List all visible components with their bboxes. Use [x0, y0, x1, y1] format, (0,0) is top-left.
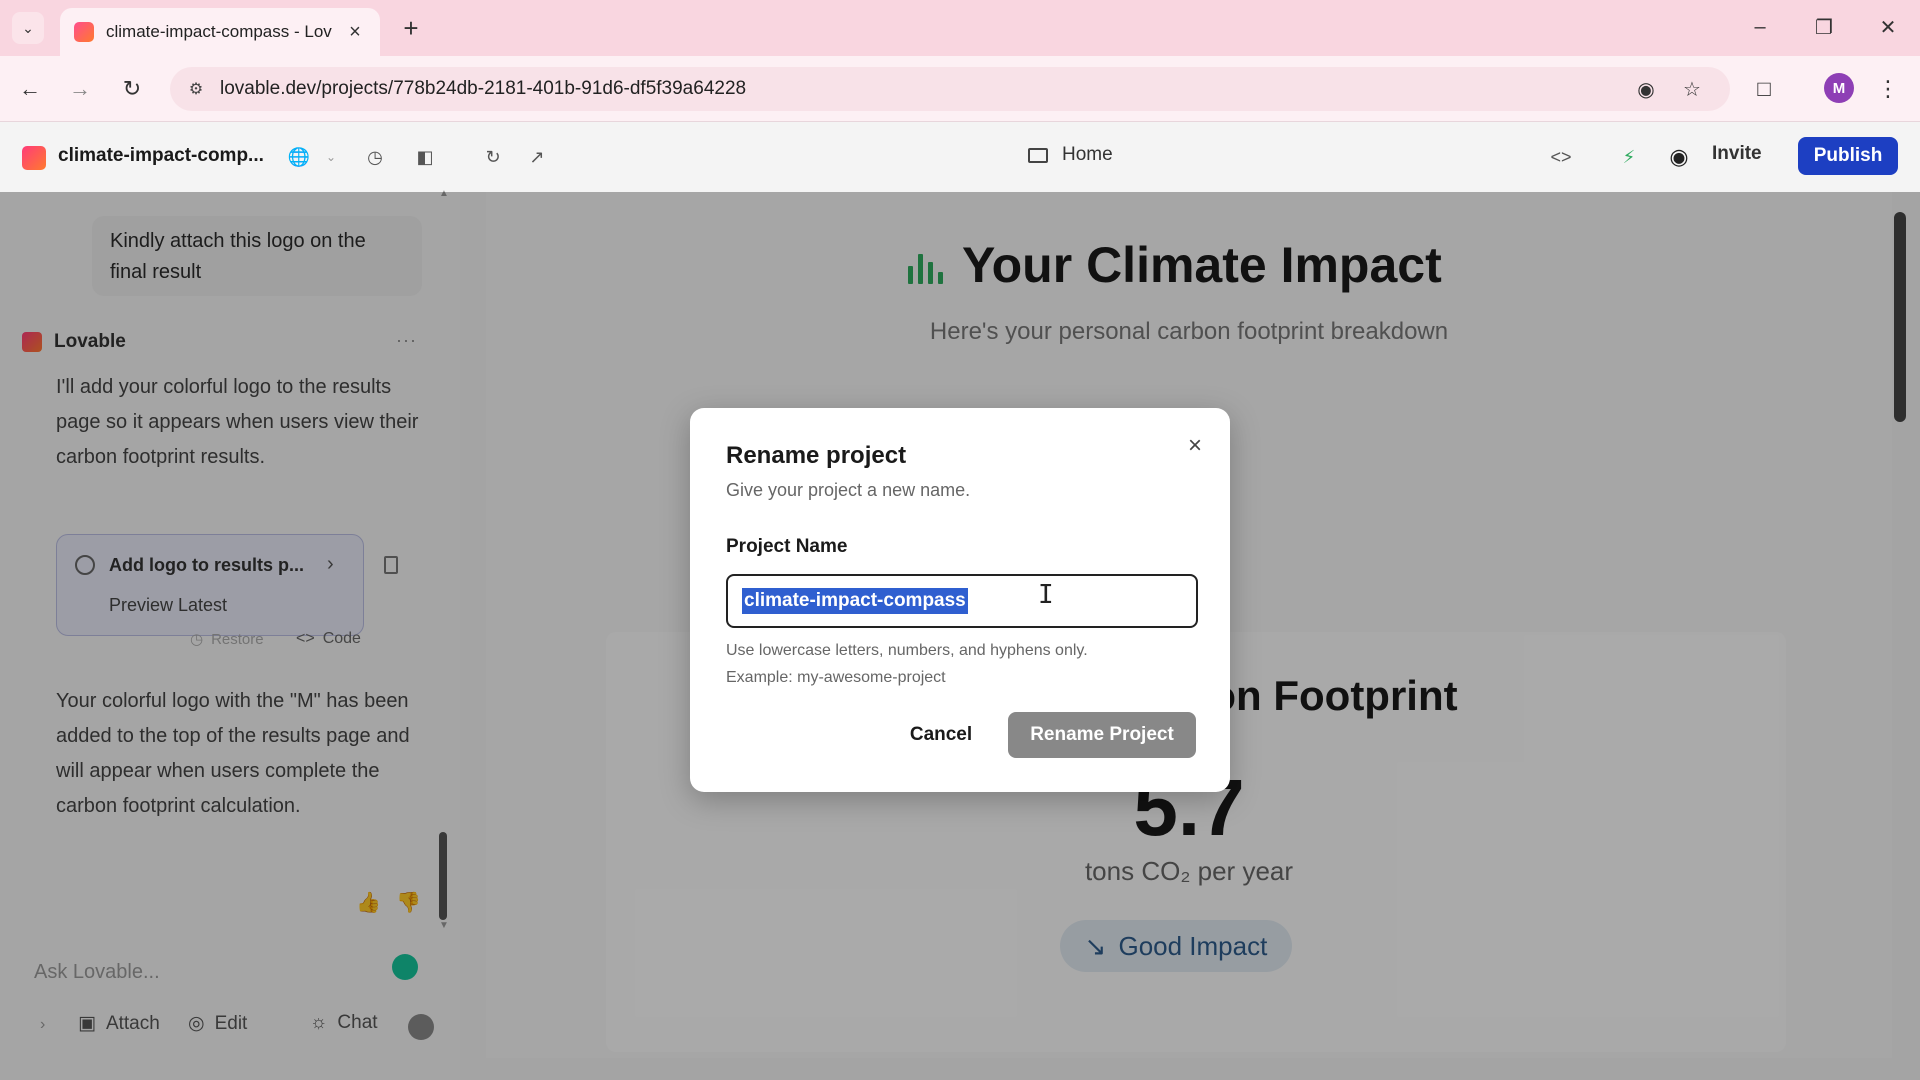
code-icon[interactable]: <>	[1548, 144, 1574, 170]
dialog-description: Give your project a new name.	[726, 480, 971, 500]
sidebar-toggle-icon[interactable]: ◧	[412, 144, 438, 170]
route-selector[interactable]: Home	[1028, 144, 1113, 166]
browser-tab-active[interactable]: climate-impact-compass - Lova ×	[60, 8, 380, 56]
close-window-icon[interactable]: ✕	[1868, 12, 1908, 42]
back-icon[interactable]: ←	[14, 73, 46, 105]
star-icon[interactable]: ☆	[1680, 77, 1704, 101]
close-icon[interactable]: ×	[1182, 432, 1208, 460]
profile-avatar[interactable]: M	[1824, 73, 1854, 103]
new-tab-plus-icon[interactable]: +	[396, 14, 426, 42]
publish-button[interactable]: Publish	[1798, 137, 1898, 175]
text-cursor-icon: I	[1038, 580, 1054, 610]
invite-button[interactable]: Invite	[1712, 143, 1762, 165]
browser-toolbar: ← → ↻ ⚙ lovable.dev/projects/778b24db-21…	[0, 56, 1920, 122]
rename-project-dialog: × Rename project Give your project a new…	[690, 408, 1230, 792]
tab-title: climate-impact-compass - Lova	[106, 22, 332, 41]
history-icon[interactable]: ◷	[362, 144, 388, 170]
github-icon[interactable]: ◉	[1666, 144, 1692, 170]
cancel-button[interactable]: Cancel	[886, 712, 996, 758]
lovable-logo-icon[interactable]	[22, 146, 46, 170]
external-link-icon[interactable]: ↗	[524, 144, 550, 170]
project-name-button[interactable]: climate-impact-comp...	[58, 145, 264, 167]
app-header: climate-impact-comp... 🌐 ⌄ ◷ ◧ ↻ ↗ Home …	[0, 122, 1920, 192]
lightning-icon[interactable]: ⚡	[1616, 144, 1642, 170]
eye-off-icon[interactable]: ◉	[1634, 77, 1658, 101]
rename-project-button[interactable]: Rename Project	[1008, 712, 1196, 758]
globe-icon[interactable]: 🌐	[286, 144, 312, 170]
monitor-icon	[1028, 147, 1048, 163]
forward-icon[interactable]: →	[64, 73, 96, 105]
lovable-favicon-icon	[74, 22, 94, 42]
reload-icon[interactable]: ↻	[116, 73, 148, 105]
chevron-down-icon[interactable]: ⌄	[318, 144, 344, 170]
extensions-icon[interactable]: □	[1748, 73, 1780, 105]
dialog-title: Rename project	[726, 442, 907, 469]
example-text: Example: my-awesome-project	[726, 669, 946, 686]
url-text: lovable.dev/projects/778b24db-2181-401b-…	[220, 78, 747, 99]
kebab-menu-icon[interactable]: ⋮	[1872, 73, 1904, 105]
site-info-icon[interactable]: ⚙	[184, 77, 208, 101]
browser-tab-bar: ⌄ climate-impact-compass - Lova × + – ❐ …	[0, 0, 1920, 56]
project-name-input[interactable]	[726, 574, 1198, 628]
tab-close-icon[interactable]: ×	[344, 21, 366, 44]
minimize-icon[interactable]: –	[1740, 12, 1780, 42]
restore-icon[interactable]: ❐	[1804, 12, 1844, 42]
project-name-label: Project Name	[726, 536, 848, 557]
address-bar[interactable]: ⚙ lovable.dev/projects/778b24db-2181-401…	[170, 67, 1730, 111]
hint-text: Use lowercase letters, numbers, and hyph…	[726, 642, 1088, 659]
route-label: Home	[1062, 144, 1113, 165]
tab-search-chevron-down-icon[interactable]: ⌄	[12, 12, 44, 44]
refresh-icon[interactable]: ↻	[480, 144, 506, 170]
